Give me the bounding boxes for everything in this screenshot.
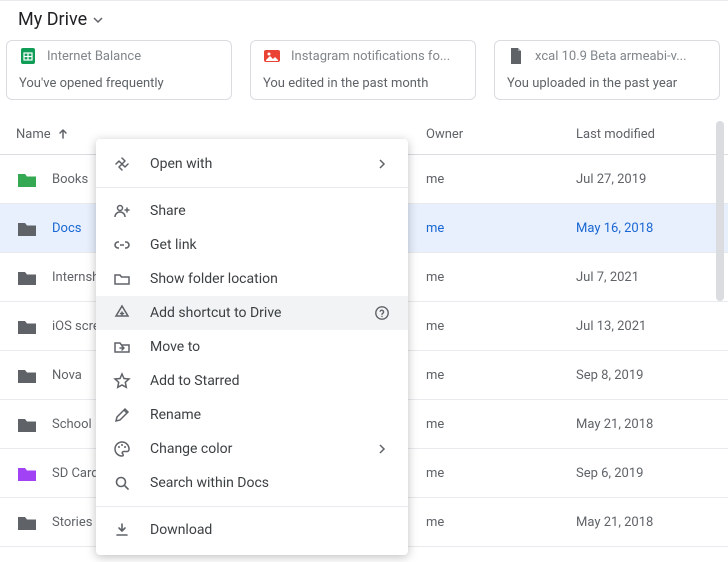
folder-outline-icon <box>112 270 132 288</box>
file-owner: me <box>426 466 576 481</box>
sort-arrow-up-icon <box>57 128 69 140</box>
scrollbar-thumb[interactable] <box>716 121 724 301</box>
menu-show-location[interactable]: Show folder location <box>96 262 408 296</box>
file-modified: Sep 8, 2019 <box>576 368 712 383</box>
file-name: Docs <box>52 221 81 236</box>
file-modified: May 21, 2018 <box>576 417 712 432</box>
card-subtitle: You've opened frequently <box>19 76 219 91</box>
file-icon <box>507 47 525 65</box>
person-add-icon <box>112 202 132 220</box>
file-modified: Sep 6, 2019 <box>576 466 712 481</box>
card-subtitle: You edited in the past month <box>263 76 463 91</box>
header-modified[interactable]: Last modified <box>576 127 712 142</box>
card-title: Instagram notifications fo... <box>291 49 450 64</box>
suggestion-card[interactable]: Internet Balance You've opened frequentl… <box>6 40 232 100</box>
pencil-icon <box>112 406 132 424</box>
star-outline-icon <box>112 372 132 390</box>
file-owner: me <box>426 270 576 285</box>
scrollbar-track[interactable] <box>716 97 724 557</box>
file-modified: May 21, 2018 <box>576 515 712 530</box>
menu-share[interactable]: Share <box>96 194 408 228</box>
menu-open-with[interactable]: Open with <box>96 147 408 181</box>
file-modified: Jul 13, 2021 <box>576 319 712 334</box>
link-icon <box>112 236 132 254</box>
folder-icon <box>16 269 36 285</box>
file-owner: me <box>426 368 576 383</box>
menu-rename[interactable]: Rename <box>96 398 408 432</box>
title-bar[interactable]: My Drive <box>0 1 728 40</box>
download-icon <box>112 521 132 539</box>
file-owner: me <box>426 417 576 432</box>
menu-download[interactable]: Download <box>96 513 408 547</box>
title-dropdown-icon <box>93 15 103 25</box>
folder-icon <box>16 465 36 481</box>
menu-change-color[interactable]: Change color <box>96 432 408 466</box>
file-owner: me <box>426 319 576 334</box>
card-title: xcal 10.9 Beta armeabi-v... <box>535 49 687 64</box>
folder-icon <box>16 171 36 187</box>
page-title: My Drive <box>18 9 87 30</box>
palette-icon <box>112 440 132 458</box>
file-modified: May 16, 2018 <box>576 221 712 236</box>
sheets-icon <box>19 47 37 65</box>
open-with-icon <box>112 155 132 173</box>
suggestion-card[interactable]: Instagram notifications fo... You edited… <box>250 40 476 100</box>
folder-icon <box>16 416 36 432</box>
chevron-right-icon <box>372 159 392 169</box>
menu-move-to[interactable]: Move to <box>96 330 408 364</box>
context-menu: Open with Share Get link Show folder loc… <box>96 139 408 555</box>
file-modified: Jul 7, 2021 <box>576 270 712 285</box>
help-icon[interactable] <box>372 305 392 321</box>
file-owner: me <box>426 221 576 236</box>
folder-icon <box>16 318 36 334</box>
file-name: School <box>52 417 92 432</box>
card-subtitle: You uploaded in the past year <box>507 76 707 91</box>
file-name: Nova <box>52 368 82 383</box>
search-icon <box>112 474 132 492</box>
folder-icon <box>16 220 36 236</box>
image-icon <box>263 47 281 65</box>
menu-separator <box>96 187 408 188</box>
move-to-icon <box>112 338 132 356</box>
suggestion-cards: Internet Balance You've opened frequentl… <box>0 40 728 114</box>
menu-separator <box>96 506 408 507</box>
menu-search-within[interactable]: Search within Docs <box>96 466 408 500</box>
suggestion-card[interactable]: xcal 10.9 Beta armeabi-v... You uploaded… <box>494 40 720 100</box>
drive-shortcut-icon <box>112 304 132 322</box>
folder-icon <box>16 514 36 530</box>
card-title: Internet Balance <box>47 49 141 64</box>
file-name: Books <box>52 172 88 187</box>
menu-get-link[interactable]: Get link <box>96 228 408 262</box>
folder-icon <box>16 367 36 383</box>
file-name: Stories <box>52 515 92 530</box>
chevron-right-icon <box>372 444 392 454</box>
file-owner: me <box>426 172 576 187</box>
file-owner: me <box>426 515 576 530</box>
menu-add-starred[interactable]: Add to Starred <box>96 364 408 398</box>
file-modified: Jul 27, 2019 <box>576 172 712 187</box>
menu-add-shortcut[interactable]: Add shortcut to Drive <box>96 296 408 330</box>
header-owner[interactable]: Owner <box>426 127 576 142</box>
